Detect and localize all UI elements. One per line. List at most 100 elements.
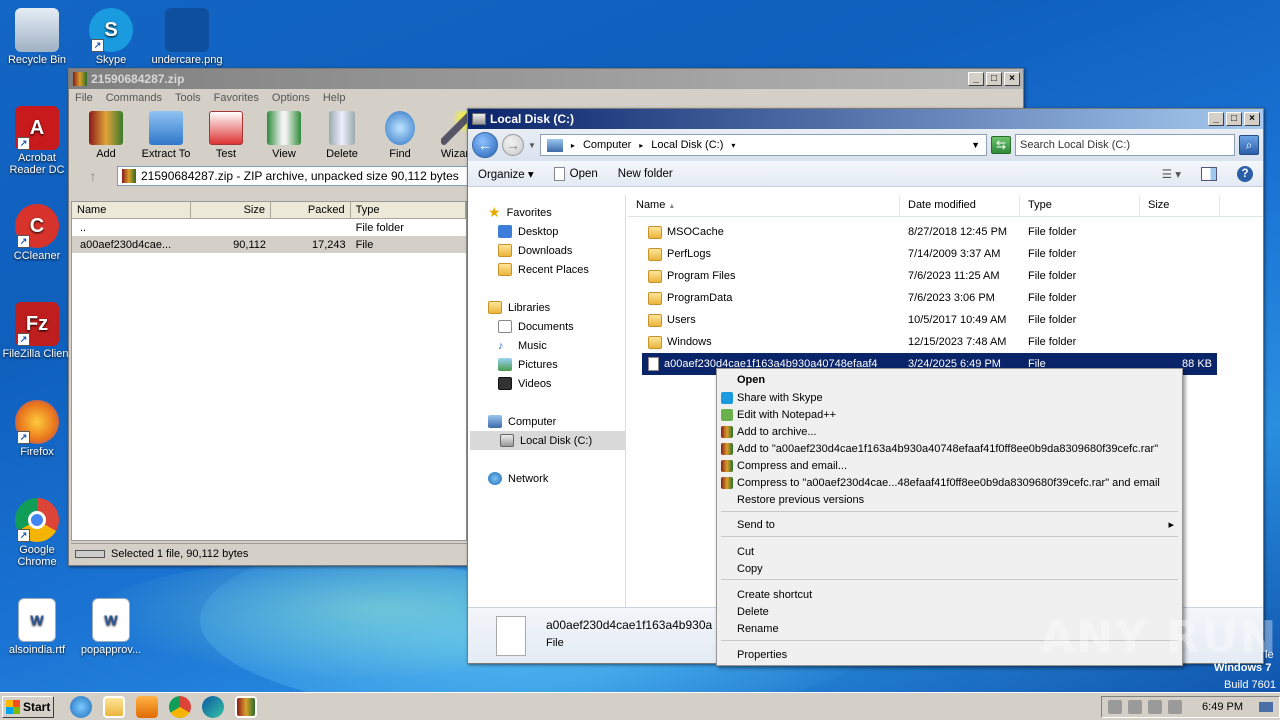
col-type[interactable]: Type: [1020, 195, 1140, 216]
extract-to-button[interactable]: Extract To: [135, 111, 197, 160]
context-menu-item[interactable]: Share with Skype: [737, 390, 823, 407]
menu-tools[interactable]: Tools: [175, 92, 201, 104]
maximize-button[interactable]: □: [1226, 112, 1242, 126]
nav-documents[interactable]: Documents: [498, 317, 625, 336]
nav-libraries[interactable]: Libraries: [488, 298, 625, 317]
col-type[interactable]: Type: [351, 202, 467, 218]
desktop-icon-recycle-bin[interactable]: Recycle Bin: [0, 8, 74, 66]
desktop-icon-skype[interactable]: S ↗ Skype: [74, 8, 148, 66]
close-button[interactable]: ×: [1244, 112, 1260, 126]
menu-options[interactable]: Options: [272, 92, 310, 104]
context-menu-item[interactable]: Add to "a00aef230d4cae1f163a4b930a40748e…: [737, 441, 1158, 458]
file-row[interactable]: Users 10/5/2017 10:49 AM File folder: [628, 309, 1263, 331]
help-icon[interactable]: ?: [1237, 165, 1253, 182]
address-dropdown-icon[interactable]: ▼: [971, 140, 980, 150]
find-button[interactable]: Find: [371, 111, 429, 160]
file-row[interactable]: Windows 12/15/2023 7:48 AM File folder: [628, 331, 1263, 353]
explorer-taskbar-icon[interactable]: [103, 695, 125, 718]
edge-icon[interactable]: [202, 695, 224, 718]
menu-favorites[interactable]: Favorites: [214, 92, 259, 104]
breadcrumb-computer[interactable]: Computer: [583, 139, 631, 151]
refresh-button[interactable]: ⇆: [991, 136, 1011, 154]
view-options-icon[interactable]: ☰ ▾: [1162, 167, 1181, 181]
context-menu-item[interactable]: Edit with Notepad++: [737, 407, 836, 424]
col-date-modified[interactable]: Date modified: [900, 195, 1020, 216]
up-arrow-icon[interactable]: ↑: [75, 168, 111, 184]
file-row[interactable]: PerfLogs 7/14/2009 3:37 AM File folder: [628, 243, 1263, 265]
col-packed[interactable]: Packed: [271, 202, 351, 218]
address-bar[interactable]: ▸ Computer ▸ Local Disk (C:) ▾ ▼: [539, 134, 987, 156]
media-player-icon[interactable]: [136, 695, 158, 718]
context-menu-item[interactable]: Delete: [737, 604, 769, 621]
nav-music[interactable]: ♪ Music: [498, 336, 625, 355]
nav-downloads[interactable]: Downloads: [498, 241, 625, 260]
organize-button[interactable]: Organize ▾: [478, 167, 534, 181]
view-button[interactable]: View: [255, 111, 313, 160]
nav-videos[interactable]: Videos: [498, 374, 625, 393]
winrar-titlebar[interactable]: 21590684287.zip _ □ ×: [69, 69, 1023, 89]
start-button[interactable]: Start: [2, 695, 54, 718]
security-icon[interactable]: [1168, 699, 1183, 714]
history-dropdown-icon[interactable]: ▼: [528, 141, 536, 150]
volume-icon[interactable]: [1148, 699, 1163, 714]
desktop-icon-filezilla[interactable]: Fz ↗ FileZilla Client: [0, 302, 74, 360]
nav-local-disk[interactable]: Local Disk (C:): [470, 431, 625, 450]
clock[interactable]: 6:49 PM: [1202, 701, 1243, 713]
nav-favorites[interactable]: ★ Favorites: [488, 203, 625, 222]
network-tray-icon[interactable]: [1128, 699, 1143, 714]
context-menu-item[interactable]: Rename: [737, 621, 779, 638]
winrar-taskbar-icon[interactable]: [235, 695, 257, 718]
search-icon[interactable]: ⌕: [1239, 135, 1259, 155]
nav-recent-places[interactable]: Recent Places: [498, 260, 625, 279]
explorer-titlebar[interactable]: Local Disk (C:) _ □ ×: [468, 109, 1263, 129]
back-button[interactable]: ←: [472, 132, 498, 158]
test-button[interactable]: Test: [197, 111, 255, 160]
show-desktop-icon[interactable]: [1259, 701, 1273, 712]
add-button[interactable]: Add: [77, 111, 135, 160]
archive-row[interactable]: .. File folder: [72, 219, 466, 236]
context-menu-item[interactable]: Compress and email...: [737, 458, 847, 475]
desktop-icon-firefox[interactable]: ↗ Firefox: [0, 400, 74, 458]
nav-network[interactable]: Network: [468, 469, 625, 488]
flag-icon[interactable]: [1108, 699, 1123, 714]
context-menu-item[interactable]: Add to archive...: [737, 424, 817, 441]
delete-button[interactable]: Delete: [313, 111, 371, 160]
menu-help[interactable]: Help: [323, 92, 346, 104]
close-button[interactable]: ×: [1004, 72, 1020, 86]
maximize-button[interactable]: □: [986, 72, 1002, 86]
desktop-icon-popapprov[interactable]: W popapprov...: [74, 598, 148, 656]
nav-desktop[interactable]: Desktop: [498, 222, 625, 241]
col-size[interactable]: Size: [1140, 195, 1220, 216]
minimize-button[interactable]: _: [1208, 112, 1224, 126]
file-row[interactable]: MSOCache 8/27/2018 12:45 PM File folder: [628, 221, 1263, 243]
col-name[interactable]: Name ▲: [628, 195, 900, 216]
new-folder-button[interactable]: New folder: [618, 168, 673, 180]
context-menu-item[interactable]: Send to: [737, 517, 775, 534]
chrome-taskbar-icon[interactable]: [169, 695, 191, 718]
forward-button[interactable]: →: [502, 134, 524, 156]
menu-commands[interactable]: Commands: [106, 92, 162, 104]
preview-pane-icon[interactable]: [1201, 166, 1217, 181]
breadcrumb-local-disk[interactable]: Local Disk (C:): [651, 139, 723, 151]
desktop-icon-acrobat[interactable]: A ↗ Acrobat Reader DC: [0, 106, 74, 176]
context-menu-item[interactable]: Cut: [737, 544, 754, 561]
archive-row[interactable]: a00aef230d4cae... 90,112 17,243 File: [72, 236, 466, 253]
search-input[interactable]: Search Local Disk (C:): [1015, 134, 1235, 156]
context-menu-item[interactable]: Compress to "a00aef230d4cae...48efaaf41f…: [737, 475, 1160, 492]
desktop-icon-ccleaner[interactable]: C ↗ CCleaner: [0, 204, 74, 262]
desktop-icon-alsoindia[interactable]: W alsoindia.rtf: [0, 598, 74, 656]
col-size[interactable]: Size: [191, 202, 271, 218]
menu-file[interactable]: File: [75, 92, 93, 104]
context-menu-item[interactable]: Create shortcut: [737, 587, 812, 604]
nav-computer[interactable]: Computer: [488, 412, 625, 431]
desktop-icon-chrome[interactable]: ↗ Google Chrome: [0, 498, 74, 568]
context-menu-item[interactable]: Open: [737, 372, 765, 389]
file-row[interactable]: Program Files 7/6/2023 11:25 AM File folde…: [628, 265, 1263, 287]
desktop-icon-undercare[interactable]: undercare.png: [150, 8, 224, 66]
col-name[interactable]: Name: [72, 202, 192, 218]
open-button[interactable]: Open: [553, 166, 598, 181]
minimize-button[interactable]: _: [968, 72, 984, 86]
context-menu-item[interactable]: Properties: [737, 647, 787, 664]
nav-pictures[interactable]: Pictures: [498, 355, 625, 374]
context-menu-item[interactable]: Copy: [737, 561, 763, 578]
